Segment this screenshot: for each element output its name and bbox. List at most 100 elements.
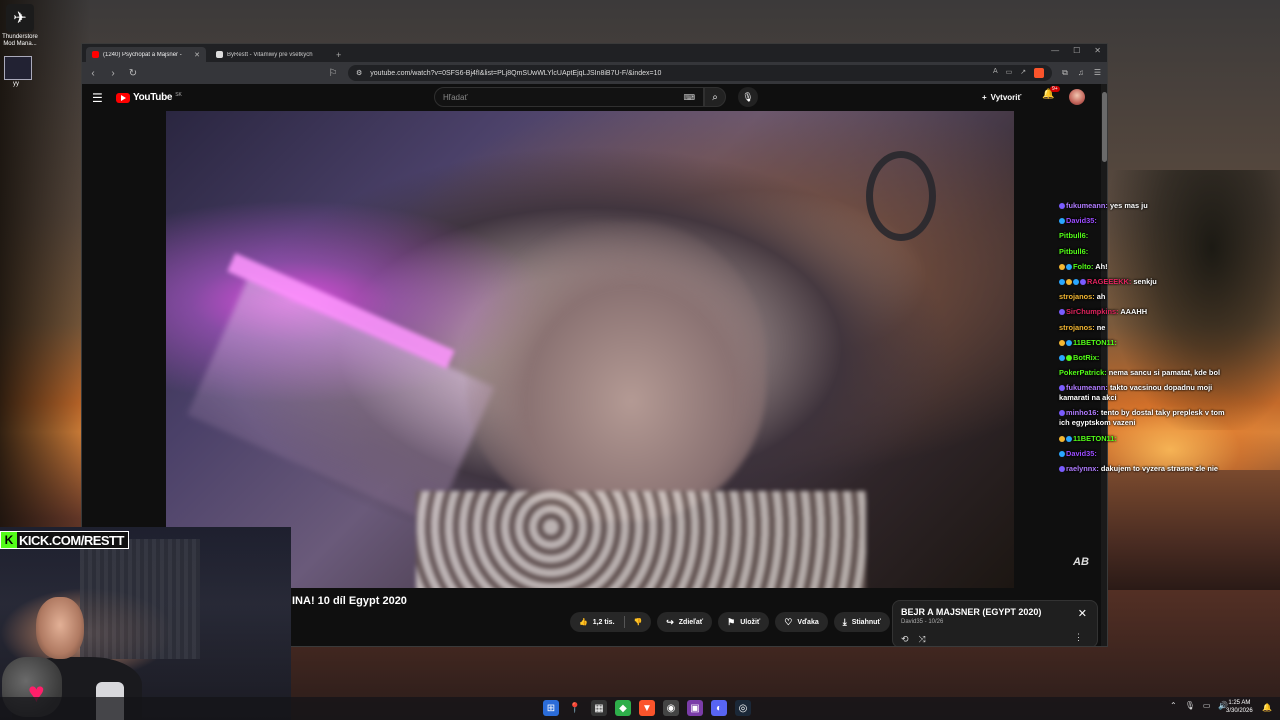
back-icon[interactable]: ‹ — [88, 68, 98, 79]
brave-browser-icon[interactable]: ▼ — [639, 700, 655, 716]
windows-start-icon[interactable]: ⊞ — [543, 700, 559, 716]
notification-center-icon[interactable]: 🔔 — [1262, 703, 1272, 712]
close-tab-icon[interactable]: ✕ — [194, 51, 200, 59]
avatar[interactable] — [1069, 89, 1085, 105]
chat-username[interactable]: 11BETON11: — [1073, 338, 1117, 347]
kick-url: KICK.COM/RESTT — [19, 532, 124, 548]
toolbar-right: ⧉ ♫ ☰ — [1062, 68, 1101, 78]
menu-icon[interactable]: ☰ — [1094, 68, 1101, 78]
chat-username[interactable]: PokerPatrick: — [1059, 368, 1107, 377]
chat-badge-icon — [1059, 410, 1065, 417]
twitch-icon[interactable]: ▣ — [687, 700, 703, 716]
thunderstore-icon: ✈ — [6, 4, 34, 32]
discord-icon[interactable]: ◐ — [711, 700, 727, 716]
chat-badge-icon — [1059, 263, 1065, 270]
playlist-panel: BEJR A MAJSNER (EGYPT 2020) David35 - 10… — [892, 600, 1098, 646]
search-input[interactable]: Hľadať ⌨ — [434, 87, 704, 107]
save-button[interactable]: ⚑ Uložiť — [718, 612, 770, 632]
translate-icon[interactable]: A — [993, 68, 998, 78]
desktop-icon-thunderstore[interactable]: ✈ Thunderstore Mod Mana... — [2, 4, 38, 48]
playlist-title[interactable]: BEJR A MAJSNER (EGYPT 2020) — [901, 607, 1089, 617]
tab-kick[interactable]: ByRestt - Vitamiwy pre všetkých — [210, 47, 330, 62]
chat-badge-icon — [1080, 278, 1086, 285]
extensions-icon[interactable]: ⧉ — [1062, 68, 1068, 78]
chat-message: minho16: tento by dostal taky preplesk v… — [1059, 408, 1225, 428]
scrollbar-thumb[interactable] — [1102, 92, 1107, 162]
dislike-button[interactable]: 👎 — [625, 612, 652, 632]
close-playlist-icon[interactable]: ✕ — [1078, 607, 1087, 620]
chat-text: yes mas ju — [1107, 201, 1148, 210]
close-window-icon[interactable]: ✕ — [1094, 46, 1101, 55]
download-label: Stiahnuť — [851, 618, 881, 626]
chat-username[interactable]: Folto: — [1073, 262, 1094, 271]
media-icon[interactable]: ♫ — [1078, 68, 1084, 78]
chat-badge-icon — [1066, 278, 1072, 285]
chat-badge-icon — [1066, 339, 1072, 346]
chat-username[interactable]: 11BETON11: — [1073, 434, 1117, 443]
chat-message: SirChumpkins: AAAHH — [1059, 307, 1225, 317]
chat-message: David35: — [1059, 216, 1225, 226]
download-button[interactable]: ⤓ Stiahnuť — [833, 612, 890, 632]
youtube-logo[interactable]: YouTube SK — [116, 92, 182, 103]
shuffle-icon[interactable]: ⤨ — [919, 634, 926, 645]
taskbar-clock[interactable]: 1:25 AM 3/30/2026 — [1226, 699, 1253, 715]
playlist-menu-icon[interactable]: ⋮ — [1074, 632, 1083, 643]
loop-icon[interactable]: ⟲ — [901, 634, 909, 645]
minimize-icon[interactable]: — — [1051, 46, 1059, 55]
chat-username[interactable]: minho16: — [1066, 408, 1099, 417]
calculator-icon[interactable]: ▦ — [591, 700, 607, 716]
share-button[interactable]: ↪ Zdieľať — [657, 612, 713, 632]
forward-icon[interactable]: › — [108, 68, 118, 79]
youtube-favicon-icon — [92, 51, 99, 58]
microphone-tray-icon[interactable]: 🎙 — [1185, 701, 1195, 710]
url-field[interactable]: ⚙ youtube.com/watch?v=0SFS6-Bj4fI&list=P… — [348, 65, 1053, 81]
chat-username[interactable]: David35: — [1066, 216, 1097, 225]
pin-app-icon[interactable]: 📍 — [567, 700, 583, 716]
like-count: 1,2 tis. — [592, 618, 615, 626]
search-icon: ⌕ — [712, 91, 718, 103]
network-icon[interactable]: ▭ — [1203, 701, 1211, 710]
tab-youtube[interactable]: (1240) Psychopat a Majsner - ✕ — [86, 47, 206, 62]
maximize-icon[interactable]: ☐ — [1073, 46, 1080, 55]
site-info-icon[interactable]: ⚙ — [356, 69, 362, 77]
new-tab-button[interactable]: + — [336, 50, 341, 62]
video-player[interactable] — [166, 111, 1014, 588]
obs-icon[interactable]: ◉ — [663, 700, 679, 716]
reload-icon[interactable]: ↻ — [128, 68, 138, 79]
chat-badge-icon — [1059, 339, 1065, 346]
chat-username[interactable]: fukumeann: — [1066, 201, 1108, 210]
thanks-button[interactable]: ♡ Vďaka — [775, 612, 828, 632]
webcam-overlay: ♥ — [0, 527, 291, 720]
chat-username[interactable]: David35: — [1066, 449, 1097, 458]
keyboard-icon[interactable]: ⌨ — [683, 93, 695, 102]
obs-green-icon[interactable]: ◆ — [615, 700, 631, 716]
chat-username[interactable]: fukumeann: — [1066, 383, 1108, 392]
chat-username[interactable]: strojanos: — [1059, 323, 1095, 332]
chat-username[interactable]: Pitbull6: — [1059, 247, 1088, 256]
chat-username[interactable]: Pitbull6: — [1059, 231, 1088, 240]
chat-username[interactable]: strojanos: — [1059, 292, 1095, 301]
chat-badge-icon — [1059, 309, 1065, 316]
chat-badge-icon — [1066, 435, 1072, 442]
chat-username[interactable]: SirChumpkins: — [1066, 307, 1119, 316]
hamburger-menu-icon[interactable]: ☰ — [92, 91, 112, 105]
taskbar-apps: ⊞ 📍 ▦ ◆ ▼ ◉ ▣ ◐ ◎ — [543, 700, 751, 716]
create-button[interactable]: + Vytvoriť — [982, 88, 1021, 106]
bookmark-icon[interactable]: ⚐ — [328, 68, 338, 79]
voice-search-button[interactable]: 🎙 — [738, 87, 758, 107]
steam-icon[interactable]: ◎ — [735, 700, 751, 716]
tab-label: ByRestt - Vitamiwy pre všetkých — [227, 51, 313, 58]
tray-chevron-icon[interactable]: ⌃ — [1170, 701, 1177, 710]
cast-icon[interactable]: ▭ — [1006, 68, 1013, 78]
chat-message: David35: — [1059, 449, 1225, 459]
chat-username[interactable]: BotRix: — [1073, 353, 1099, 362]
search-button[interactable]: ⌕ — [704, 87, 726, 107]
like-button[interactable]: 👍 1,2 tis. — [570, 612, 624, 632]
chat-username[interactable]: raelynnx: — [1066, 464, 1099, 473]
chat-username[interactable]: RAGEEEKK: — [1087, 277, 1131, 286]
share-icon[interactable]: ↗ — [1020, 68, 1026, 78]
playlist-controls: ⟲ ⤨ — [901, 634, 926, 645]
kick-favicon-icon — [216, 51, 223, 58]
brave-shields-icon[interactable] — [1034, 68, 1045, 78]
desktop-icon-yy[interactable]: yy — [4, 56, 32, 87]
